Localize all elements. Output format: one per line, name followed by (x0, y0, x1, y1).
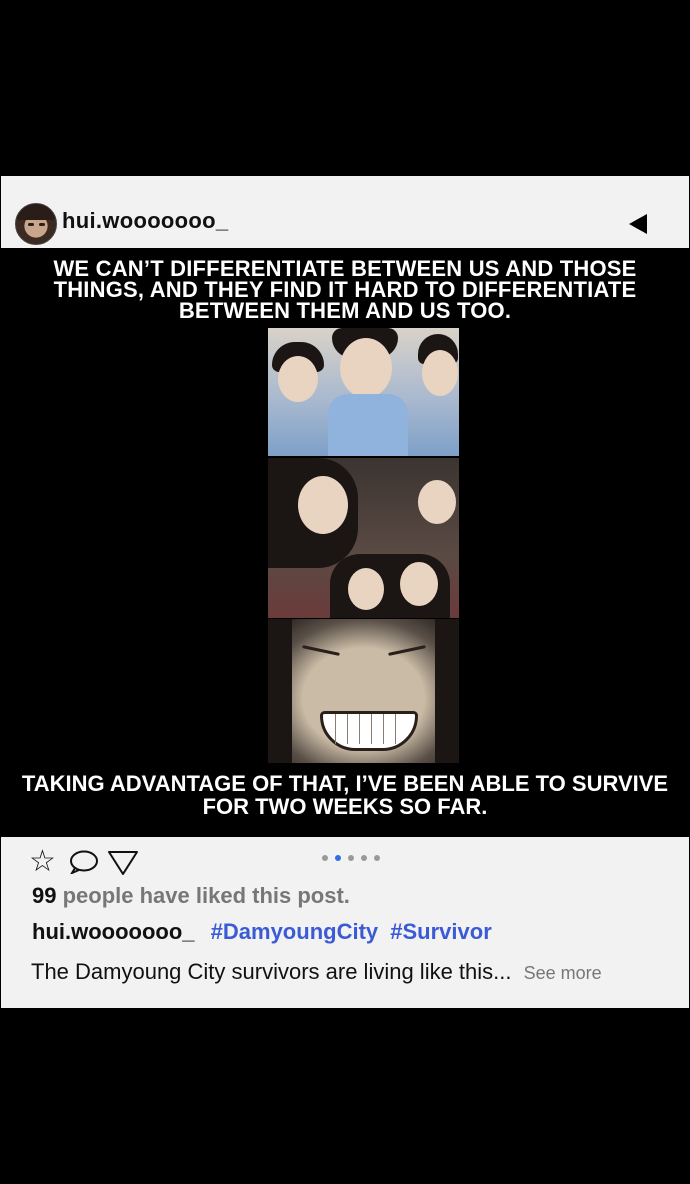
tooth-line (347, 714, 348, 744)
face-shape (340, 338, 392, 398)
likes-summary[interactable]: 99 people have liked this post. (32, 883, 350, 909)
eye-shape (302, 645, 340, 656)
grin-shape (320, 711, 418, 751)
comic-panel-grin (268, 619, 459, 763)
post-card: hui.wooooooo_ We can’t differentiate bet… (1, 176, 689, 1008)
tooth-line (371, 714, 372, 744)
caption-line: hui.wooooooo_ #DamyoungCity #Survivor (32, 919, 498, 945)
tooth-line (383, 714, 384, 744)
post-actions: ☆ (1, 837, 689, 877)
post-image[interactable]: We can’t differentiate between us and th… (1, 248, 689, 837)
carousel-indicator (322, 855, 387, 863)
face-shape (400, 562, 438, 606)
carousel-dot[interactable] (361, 855, 367, 861)
back-arrow-icon[interactable] (629, 214, 647, 234)
tooth-line (395, 714, 396, 744)
face-shape (298, 476, 348, 534)
carousel-dot[interactable] (374, 855, 380, 861)
avatar-eye-right (39, 223, 45, 226)
hashtag-link[interactable]: #DamyoungCity (211, 919, 378, 944)
avatar-hair (16, 204, 56, 220)
post-header: hui.wooooooo_ (1, 176, 689, 248)
description-text: The Damyoung City survivors are living l… (31, 959, 512, 984)
comment-icon[interactable] (69, 850, 99, 874)
tooth-line (335, 714, 336, 744)
share-icon[interactable] (107, 850, 139, 876)
hair-shape (435, 619, 459, 763)
star-icon[interactable]: ☆ (29, 847, 56, 877)
post-username[interactable]: hui.wooooooo_ (62, 208, 228, 234)
hair-shape (268, 619, 292, 763)
face-shape (418, 480, 456, 524)
image-caption-top: We can’t differentiate between us and th… (53, 256, 637, 323)
hashtag-link[interactable]: #Survivor (390, 919, 492, 944)
caption-username[interactable]: hui.wooooooo_ (32, 919, 195, 944)
carousel-dot[interactable] (335, 855, 341, 861)
shirt-shape (328, 394, 408, 456)
avatar[interactable] (15, 203, 57, 245)
carousel-dot[interactable] (348, 855, 354, 861)
face-shape (278, 356, 318, 402)
face-shape (422, 350, 458, 396)
eye-shape (388, 645, 426, 656)
see-more-link[interactable]: See more (524, 963, 602, 983)
comic-panel-group-boys (268, 328, 459, 456)
image-caption-bottom: Taking advantage of that, I’ve been able… (21, 771, 669, 819)
tooth-line (359, 714, 360, 744)
post-description: The Damyoung City survivors are living l… (31, 959, 602, 985)
likes-count: 99 (32, 883, 57, 908)
comic-panel-group-girls (268, 458, 459, 618)
avatar-eye-left (28, 223, 34, 226)
likes-text: people have liked this post. (62, 883, 350, 908)
carousel-dot[interactable] (322, 855, 328, 861)
face-shape (348, 568, 384, 610)
